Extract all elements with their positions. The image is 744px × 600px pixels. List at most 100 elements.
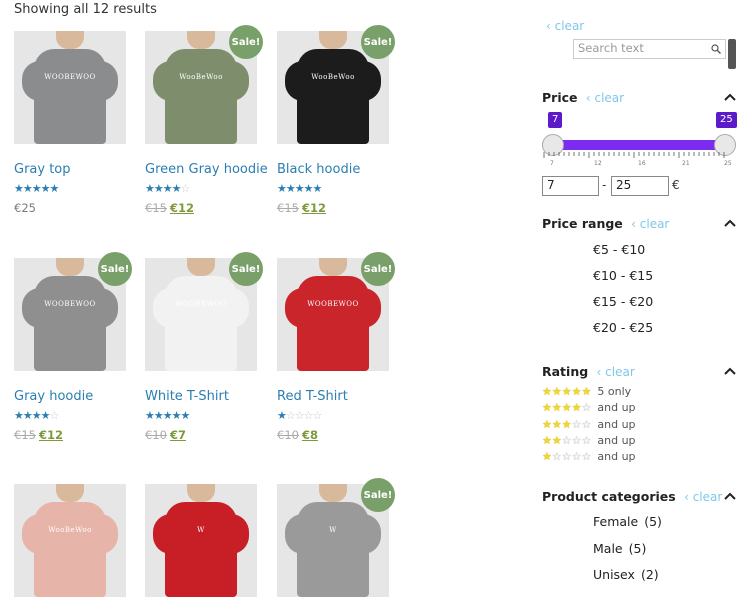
garment-shape [22, 49, 118, 144]
product-rating-stars: ★★★★☆ [145, 182, 190, 195]
chevron-up-icon[interactable] [724, 92, 736, 102]
rating-stars: ★★★☆☆ [542, 417, 592, 431]
product-title[interactable]: Red T-Shirt [277, 389, 348, 404]
category-name: Male [593, 540, 623, 556]
price-min-tag: 7 [548, 112, 563, 128]
category-count: (2) [640, 567, 659, 582]
category-option[interactable]: Unisex (2) [593, 567, 659, 582]
product-logo: WOOBEWOO [44, 300, 96, 308]
model-head [187, 258, 215, 276]
sale-price: €8 [301, 428, 318, 442]
price-max-input[interactable]: 25 [611, 176, 669, 196]
sale-badge: Sale! [361, 478, 395, 512]
currency-symbol: € [672, 178, 680, 192]
sale-badge: Sale! [229, 25, 263, 59]
model-head [319, 258, 347, 276]
product-image[interactable]: WOOBEWOO [14, 31, 126, 144]
price-tick-labels: 7 12 16 21 25 [542, 160, 738, 170]
rating-label: and up [597, 450, 636, 464]
categories-clear-link[interactable]: ‹ clear [684, 489, 722, 504]
search-input[interactable]: Search text [573, 39, 726, 59]
price-range-option[interactable]: €10 - €15 [593, 268, 653, 283]
rating-stars: ★★☆☆☆ [542, 433, 592, 447]
price-min-input[interactable]: 7 [542, 176, 599, 196]
product-rating-stars: ★★★★★ [277, 182, 322, 195]
rating-option[interactable]: ★★★☆☆ and up [542, 418, 636, 431]
categories-filter-title: Product categories ‹ clear [542, 489, 722, 504]
rating-label: and up [597, 417, 636, 431]
model-head [187, 484, 215, 502]
price-range-option[interactable]: €20 - €25 [593, 320, 653, 335]
garment-shape [285, 49, 381, 144]
product-image[interactable]: W [145, 484, 257, 597]
product-title[interactable]: Black hoodie [277, 162, 360, 177]
product-logo: W [329, 526, 337, 534]
product-price: €15 €12 [277, 201, 326, 215]
price-tick-label: 16 [638, 160, 646, 167]
product-price: €10 €8 [277, 428, 318, 442]
price-clear-link[interactable]: ‹ clear [586, 90, 624, 105]
search-clear-link[interactable]: ‹ clear [546, 15, 584, 34]
model-head [187, 31, 215, 49]
product-logo: WOOBEWOO [175, 300, 227, 308]
product-rating-stars: ★★★★★ [14, 182, 59, 195]
price-range-title: Price range [542, 216, 623, 231]
clear-label: clear [554, 19, 585, 33]
product-logo: WooBeWoo [48, 526, 92, 534]
price-tick-label: 12 [594, 160, 602, 167]
search-icon[interactable] [711, 44, 721, 54]
chevron-up-icon[interactable] [724, 218, 736, 228]
rating-title: Rating [542, 364, 589, 379]
price-range-clear-link[interactable]: ‹ clear [631, 216, 669, 231]
filter-sidebar: ‹ clear Search text Price ‹ clear 7 25 7… [530, 0, 744, 600]
category-option[interactable]: Male (5) [593, 541, 646, 556]
rating-option[interactable]: ★★★★★ 5 only [542, 385, 631, 398]
sale-badge: Sale! [98, 252, 132, 286]
rating-option[interactable]: ★★☆☆☆ and up [542, 434, 636, 447]
chevron-up-icon[interactable] [724, 366, 736, 376]
rating-option[interactable]: ★☆☆☆☆ and up [542, 450, 636, 463]
garment-shape [285, 276, 381, 371]
rating-filter-title: Rating ‹ clear [542, 364, 635, 379]
categories-title: Product categories [542, 489, 676, 504]
garment-shape [22, 502, 118, 597]
old-price: €15 [145, 201, 167, 215]
garment-shape [285, 502, 381, 597]
product-logo: WOOBEWOO [307, 300, 359, 308]
model-head [319, 484, 347, 502]
chevron-left-icon: ‹ [546, 19, 555, 33]
price-tick-label: 21 [682, 160, 690, 167]
category-option[interactable]: Female (5) [593, 514, 662, 529]
price-max-tag: 25 [716, 112, 737, 128]
price-slider-track[interactable] [542, 140, 726, 150]
product-title[interactable]: Green Gray hoodie [145, 162, 268, 177]
garment-shape [153, 49, 249, 144]
category-count: (5) [628, 540, 647, 556]
rating-stars: ★★★★★ [542, 385, 592, 398]
model-head [56, 31, 84, 49]
product-title[interactable]: White T-Shirt [145, 389, 229, 404]
chevron-up-icon[interactable] [724, 491, 736, 501]
product-image[interactable]: WooBeWoo [14, 484, 126, 597]
product-title[interactable]: Gray top [14, 162, 71, 177]
model-head [56, 258, 84, 276]
rating-clear-link[interactable]: ‹ clear [597, 364, 635, 379]
product-rating-stars: ★★★★☆ [14, 409, 59, 422]
product-price: €25 [14, 201, 36, 215]
price-range-option[interactable]: €15 - €20 [593, 294, 653, 309]
product-price: €15 €12 [145, 201, 194, 215]
model-head [56, 484, 84, 502]
category-name: Female [593, 514, 639, 529]
price-dash: - [602, 178, 607, 192]
garment-shape [22, 276, 118, 371]
product-rating-stars: ★★★★★ [145, 409, 190, 422]
old-price: €10 [277, 428, 299, 442]
scrollbar-handle[interactable] [728, 39, 736, 69]
rating-stars: ★★★★☆ [542, 401, 592, 415]
price-range-option[interactable]: €5 - €10 [593, 242, 645, 257]
price-tick-label: 7 [550, 160, 554, 167]
sale-badge: Sale! [229, 252, 263, 286]
rating-option[interactable]: ★★★★☆ and up [542, 401, 636, 414]
rating-label: 5 only [597, 385, 632, 398]
product-title[interactable]: Gray hoodie [14, 389, 93, 404]
